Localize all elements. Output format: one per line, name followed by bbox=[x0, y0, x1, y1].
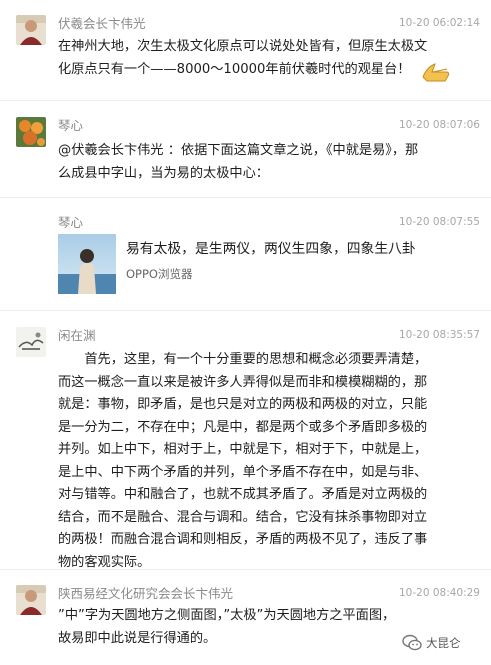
comment-line: 故易即中此说是行得通的。 bbox=[58, 630, 217, 646]
comment-time: 10-20 06:02:14 bbox=[398, 17, 480, 29]
comment-line: @伏羲会长卞伟光 ：依据下面这篇文章之说，《中就是易》，那 bbox=[58, 143, 419, 158]
article-thumbnail bbox=[58, 234, 116, 294]
comment-line: 化原点只有一个——8000～10000年前伏羲时代的观星台！ bbox=[58, 61, 411, 77]
comment-author[interactable]: 陕西易经文化研究会会长卞伟光 bbox=[58, 586, 233, 602]
comment-line: 是一分为二，不存在中；凡是中，都是两个或多个矛盾即多极的 bbox=[58, 419, 428, 435]
comment-line: 结合，而不是融合、混合与调和。结合，它没有抹杀事物即对立 bbox=[58, 509, 428, 525]
article-source: OPPO浏览器 bbox=[126, 267, 193, 281]
comment-author[interactable]: 琴心 bbox=[58, 118, 83, 134]
wechat-official-account-icon bbox=[402, 634, 422, 652]
avatar[interactable] bbox=[16, 117, 46, 147]
comment-item: 琴心 10-20 08:07:55 易有太极，是生两仪，两仪生四象，四象生八卦 … bbox=[0, 198, 491, 310]
comment-text: 在神州大地，次生太极文化原点可以说处处皆有，但原生太极文 化原点只有一个——80… bbox=[58, 36, 480, 81]
shared-article-card[interactable]: 易有太极，是生两仪，两仪生四象，四象生八卦 OPPO浏览器 bbox=[58, 234, 478, 294]
comment-time: 10-20 08:35:57 bbox=[398, 329, 480, 341]
comment-line: 而这一概念一直以来是被许多人弄得似是而非和模模糊糊的，那 bbox=[58, 374, 428, 390]
comment-line: 么成县中字山，当为易的太极中心： bbox=[58, 165, 269, 181]
comment-time: 10-20 08:07:06 bbox=[398, 119, 480, 131]
comment-author[interactable]: 闲在渊 bbox=[58, 328, 96, 344]
comment-line: 就是：事物，即矛盾，是也只是对立的两极和两极的对立，只能 bbox=[58, 397, 428, 412]
comment-time: 10-20 08:07:55 bbox=[398, 216, 480, 228]
comment-line: ”中”字为天圆地方之侧面图，”太极”为天圆地方之平面图， bbox=[58, 608, 396, 623]
comment-line: 在神州大地，次生太极文化原点可以说处处皆有，但原生太极文 bbox=[58, 39, 428, 54]
comment-line: 物的客观实际。 bbox=[58, 554, 151, 570]
avatar[interactable] bbox=[16, 327, 46, 357]
comment-author[interactable]: 琴心 bbox=[58, 215, 83, 231]
comment-item: 琴心 10-20 08:07:06 @伏羲会长卞伟光 ：依据下面这篇文章之说，《… bbox=[0, 101, 491, 197]
comment-author[interactable]: 伏羲会长卞伟光 bbox=[58, 16, 146, 32]
article-title: 易有太极，是生两仪，两仪生四象，四象生八卦 bbox=[126, 241, 416, 257]
comment-time: 10-20 08:40:29 bbox=[398, 587, 480, 599]
comment-item: 伏羲会长卞伟光 10-20 06:02:14 在神州大地，次生太极文化原点可以说… bbox=[0, 0, 491, 100]
comment-line: 对与错等。中和融合了，也就不成其矛盾了。矛盾是对立两极的 bbox=[58, 487, 428, 502]
avatar[interactable] bbox=[16, 15, 46, 45]
comment-line: 并列。如上中下，相对于上，中就是下，相对于下，中就是上， bbox=[58, 442, 428, 457]
comment-text: 首先，这里，有一个十分重要的思想和概念必须要弄清楚， 而这一概念一直以来是被许多… bbox=[58, 349, 480, 574]
comment-line: 是上中、中下两个矛盾的并列，单个矛盾不存在中，如是与非、 bbox=[58, 464, 428, 480]
avatar[interactable] bbox=[16, 585, 46, 615]
thumbs-up-emoji bbox=[421, 61, 451, 83]
comment-line: 的两极！而融合混合调和则相反，矛盾的两极不见了，违反了事 bbox=[58, 532, 428, 547]
comment-item: 闲在渊 10-20 08:35:57 首先，这里，有一个十分重要的思想和概念必须… bbox=[0, 311, 491, 570]
comment-text: @伏羲会长卞伟光 ：依据下面这篇文章之说，《中就是易》，那 么成县中字山，当为易… bbox=[58, 140, 480, 185]
comment-line: 首先，这里，有一个十分重要的思想和概念必须要弄清楚， bbox=[58, 352, 428, 367]
watermark-text: 大昆仑 bbox=[426, 636, 461, 650]
